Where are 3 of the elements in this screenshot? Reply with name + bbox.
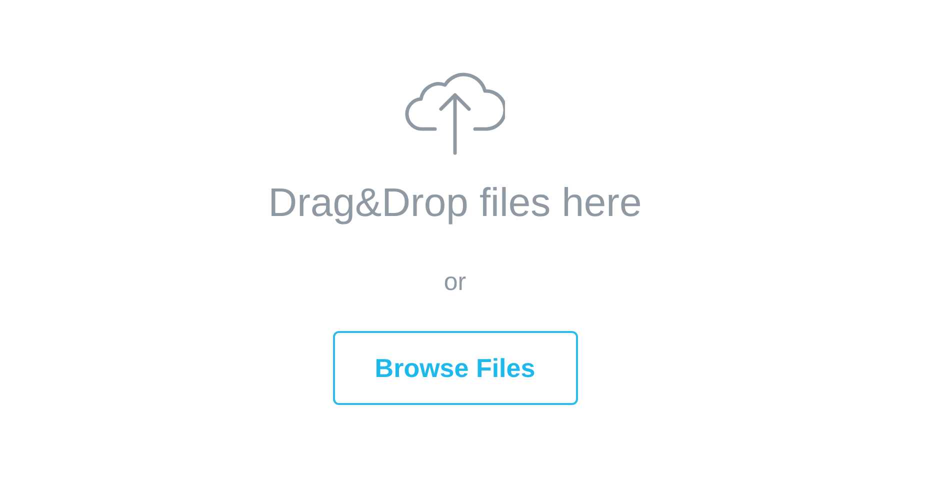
dropzone-title: Drag&Drop files here xyxy=(268,180,642,227)
separator-text: or xyxy=(444,267,466,297)
browse-files-button[interactable]: Browse Files xyxy=(332,331,578,405)
